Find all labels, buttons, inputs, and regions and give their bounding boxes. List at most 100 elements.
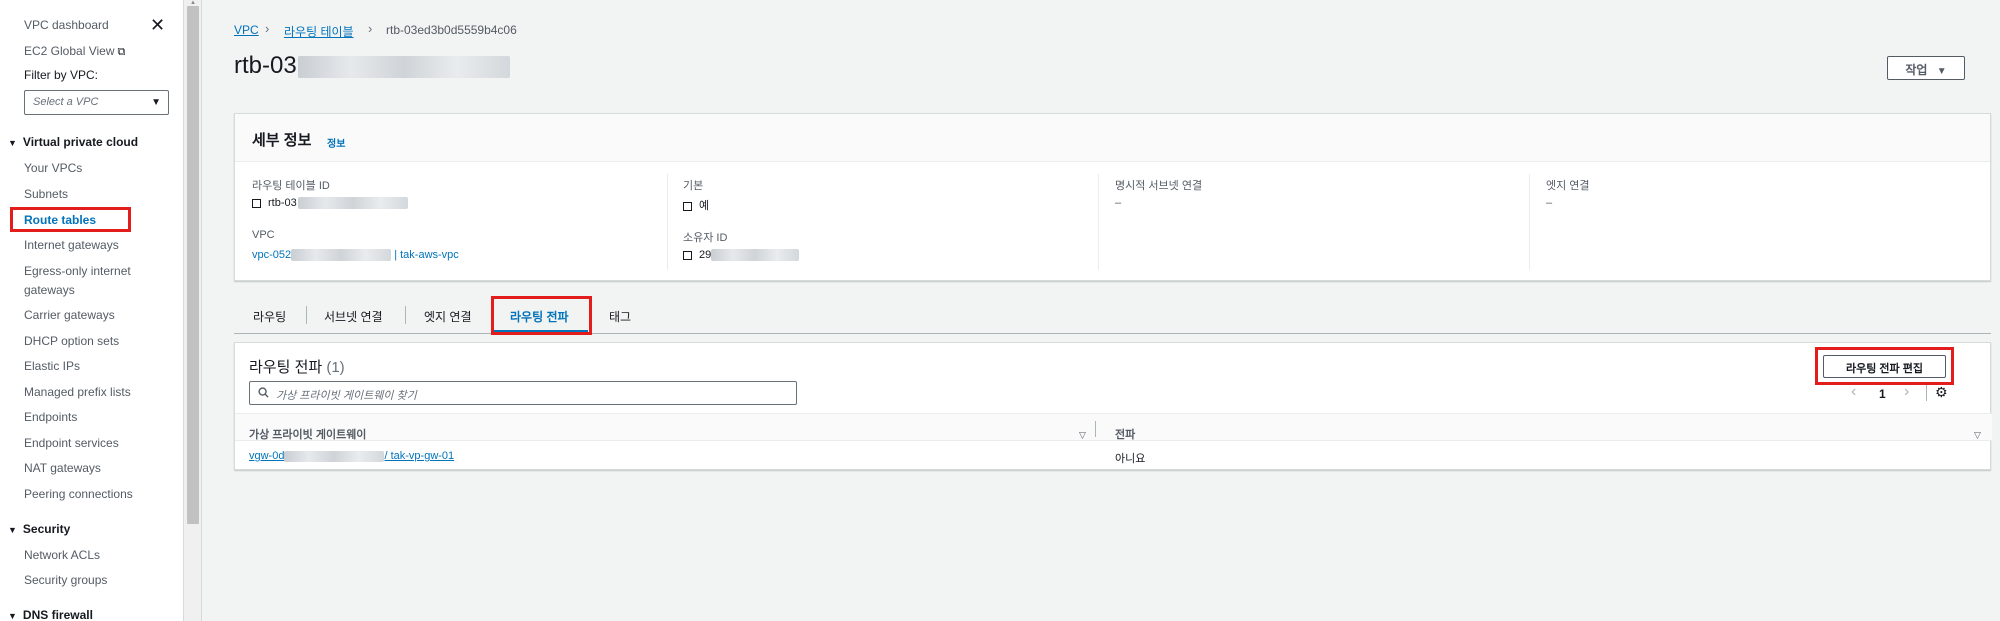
owner-id-text: 29 xyxy=(699,249,712,261)
breadcrumb-vpc[interactable]: VPC xyxy=(234,23,259,37)
caret-down-icon: ▼ xyxy=(8,138,17,148)
copy-icon[interactable] xyxy=(683,200,695,211)
caret-down-icon: ▼ xyxy=(8,611,17,621)
sidebar-section-security[interactable]: ▼ Security xyxy=(8,522,70,536)
gateway-search[interactable]: 가상 프라이빗 게이트웨이 찾기 xyxy=(249,381,797,405)
search-icon xyxy=(258,387,269,398)
actions-button[interactable]: 작업 ▼ xyxy=(1887,56,1965,80)
previous-page-icon[interactable]: ‹ xyxy=(1851,383,1856,401)
route-propagation-heading: 라우팅 전파 (1) xyxy=(249,356,345,377)
route-propagation-panel: 라우팅 전파 (1) 가상 프라이빗 게이트웨이 찾기 라우팅 전파 편집 ‹ … xyxy=(234,342,1992,470)
tab-tags[interactable]: 태그 xyxy=(609,308,631,325)
sort-icon[interactable]: ▽ xyxy=(1974,430,1981,441)
sidebar-item-dhcp-option-sets[interactable]: DHCP option sets xyxy=(24,334,119,348)
pager-divider xyxy=(1926,385,1927,401)
close-icon[interactable]: ✕ xyxy=(150,16,165,34)
details-panel-header: 세부 정보 정보 xyxy=(235,114,1990,162)
main-label: 기본 xyxy=(683,180,704,192)
table-header-row xyxy=(235,414,1992,441)
gateway-link[interactable]: vgw-0d / tak-vp-gw-01 xyxy=(249,450,454,462)
explicit-subnet-value: – xyxy=(1115,197,1122,209)
settings-gear-icon[interactable]: ⚙ xyxy=(1935,384,1948,401)
sidebar-link-vpc-dashboard[interactable]: VPC dashboard xyxy=(24,18,109,32)
sidebar-item-endpoint-services[interactable]: Endpoint services xyxy=(24,436,119,450)
heading-count: (1) xyxy=(326,359,345,376)
vpc-select[interactable]: Select a VPC ▼ xyxy=(24,90,169,115)
sidebar-item-subnets[interactable]: Subnets xyxy=(24,187,68,201)
next-page-icon[interactable]: › xyxy=(1904,383,1909,401)
tab-edge-associations[interactable]: 엣지 연결 xyxy=(424,308,472,325)
caret-down-icon: ▼ xyxy=(151,97,161,108)
column-header-gateway[interactable]: 가상 프라이빗 게이트웨이 xyxy=(249,426,366,442)
section-title: Virtual private cloud xyxy=(22,135,139,149)
chevron-right-icon: › xyxy=(368,21,373,36)
explicit-subnet-label: 명시적 서브넷 연결 xyxy=(1115,180,1203,192)
tab-separator xyxy=(405,306,406,324)
owner-id-value: 29 xyxy=(683,249,800,262)
section-title: Security xyxy=(22,522,71,536)
sidebar-item-managed-prefix-lists[interactable]: Managed prefix lists xyxy=(24,385,131,399)
sidebar-scrollbar[interactable]: ▲ xyxy=(184,0,202,621)
section-title: DNS firewall xyxy=(22,608,93,621)
details-heading: 세부 정보 xyxy=(252,132,312,149)
sidebar-item-network-acls[interactable]: Network ACLs xyxy=(24,548,100,562)
column-divider xyxy=(1529,174,1530,270)
sidebar-item-egress-only-internet-gateways[interactable]: Egress-only internet xyxy=(24,264,131,278)
tab-routes[interactable]: 라우팅 xyxy=(253,308,286,325)
column-divider xyxy=(667,174,668,270)
redacted-id xyxy=(297,55,510,78)
sidebar-item-carrier-gateways[interactable]: Carrier gateways xyxy=(24,308,115,322)
table-row[interactable]: vgw-0d / tak-vp-gw-01 아니요 xyxy=(235,442,1992,469)
gateway-id-text: vgw-0d xyxy=(249,450,285,462)
sidebar-link-ec2-global-view[interactable]: EC2 Global View ⧉ xyxy=(24,44,125,59)
sidebar-item-peering-connections[interactable]: Peering connections xyxy=(24,487,133,501)
sidebar-item-elastic-ips[interactable]: Elastic IPs xyxy=(24,359,80,373)
edge-association-label: 엣지 연결 xyxy=(1546,180,1590,192)
scrollbar-thumb[interactable] xyxy=(187,6,199,524)
vpc-id-text: vpc-052 xyxy=(252,249,292,261)
sidebar-section-virtual-private-cloud[interactable]: ▼ Virtual private cloud xyxy=(8,135,138,149)
caret-down-icon: ▼ xyxy=(8,525,17,535)
highlight-box xyxy=(491,296,592,335)
breadcrumb-route-tables[interactable]: 라우팅 테이블 xyxy=(284,23,354,40)
route-table-id-label: 라우팅 테이블 ID xyxy=(252,180,330,192)
redacted-id xyxy=(711,249,800,262)
highlight-box xyxy=(10,207,131,232)
sidebar-link-label: EC2 Global View xyxy=(24,44,115,58)
info-link[interactable]: 정보 xyxy=(327,135,345,150)
tab-separator xyxy=(306,306,307,324)
sidebar-item-internet-gateways[interactable]: Internet gateways xyxy=(24,238,119,252)
column-divider xyxy=(1098,174,1099,270)
details-panel: 세부 정보 정보 라우팅 테이블 ID rtb-03 VPC vpc-052 |… xyxy=(234,113,1991,281)
sidebar-item-security-groups[interactable]: Security groups xyxy=(24,573,107,587)
sort-icon[interactable]: ▽ xyxy=(1079,430,1086,441)
vpc-name-text: | tak-aws-vpc xyxy=(394,249,459,261)
tab-subnet-associations[interactable]: 서브넷 연결 xyxy=(324,308,383,325)
vpc-select-placeholder: Select a VPC xyxy=(33,96,99,108)
main-value: 예 xyxy=(683,197,709,213)
breadcrumb-current: rtb-03ed3b0d5559b4c06 xyxy=(386,23,517,37)
sidebar-item-egress-only-internet-gateways-line2[interactable]: gateways xyxy=(24,283,75,297)
column-resizer[interactable] xyxy=(1095,421,1096,437)
vpc-link[interactable]: vpc-052 | tak-aws-vpc xyxy=(252,249,459,262)
sidebar-item-endpoints[interactable]: Endpoints xyxy=(24,410,77,424)
sidebar-item-nat-gateways[interactable]: NAT gateways xyxy=(24,461,101,475)
highlight-box xyxy=(1815,347,1954,385)
route-table-id-text: rtb-03 xyxy=(268,197,297,209)
actions-button-label: 작업 xyxy=(1905,63,1928,77)
redacted-id xyxy=(297,197,408,210)
caret-down-icon: ▼ xyxy=(1936,66,1947,77)
search-placeholder: 가상 프라이빗 게이트웨이 찾기 xyxy=(276,390,417,402)
column-header-propagation[interactable]: 전파 xyxy=(1115,426,1135,442)
edge-association-value: – xyxy=(1546,197,1553,209)
chevron-right-icon: › xyxy=(265,21,270,36)
sidebar-section-dns-firewall[interactable]: ▼ DNS firewall xyxy=(8,608,93,621)
vpc-label: VPC xyxy=(252,229,275,241)
page-number[interactable]: 1 xyxy=(1879,387,1886,401)
main-content: VPC › 라우팅 테이블 › rtb-03ed3b0d5559b4c06 rt… xyxy=(202,0,2000,621)
sidebar: VPC dashboard ✕ EC2 Global View ⧉ Filter … xyxy=(0,0,184,621)
external-link-icon: ⧉ xyxy=(117,46,126,58)
copy-icon[interactable] xyxy=(683,249,695,260)
sidebar-item-your-vpcs[interactable]: Your VPCs xyxy=(24,161,82,175)
copy-icon[interactable] xyxy=(252,197,264,208)
